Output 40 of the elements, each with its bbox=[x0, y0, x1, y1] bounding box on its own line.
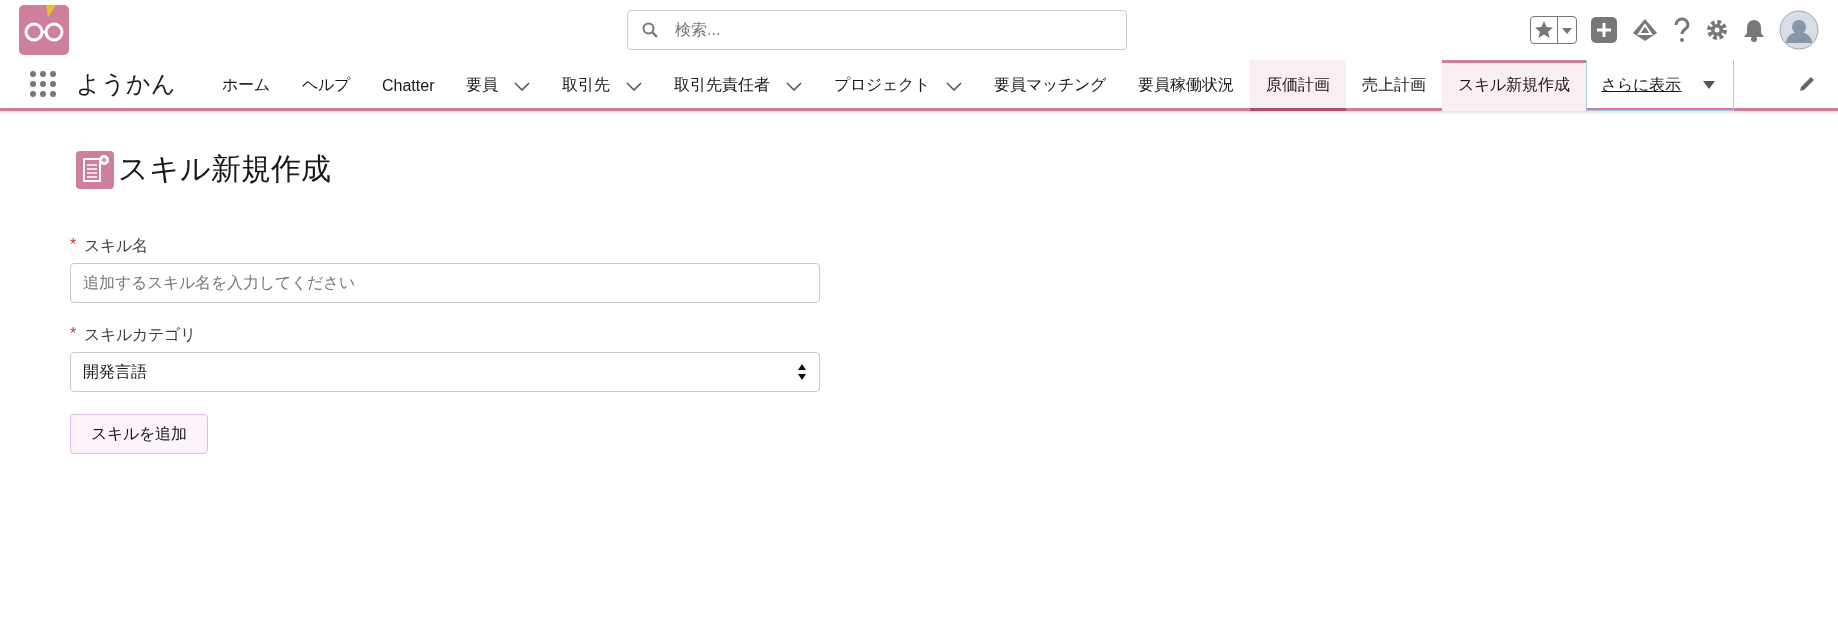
nav-tab[interactable]: 要員稼働状況 bbox=[1122, 60, 1251, 111]
document-add-icon bbox=[76, 150, 114, 189]
page-title: スキル新規作成 bbox=[118, 151, 331, 187]
help-icon[interactable] bbox=[1673, 17, 1691, 43]
search-field[interactable]: 検索... bbox=[627, 10, 1127, 50]
add-icon[interactable] bbox=[1591, 17, 1617, 43]
pencil-icon[interactable] bbox=[1798, 75, 1816, 93]
chevron-down-icon[interactable] bbox=[786, 80, 803, 91]
sort-arrows-icon bbox=[797, 363, 807, 381]
settings-icon[interactable] bbox=[1705, 18, 1729, 42]
search-icon bbox=[642, 22, 658, 38]
required-marker: * bbox=[70, 236, 77, 255]
nav-tab[interactable]: Chatter bbox=[366, 60, 451, 111]
nav-tab[interactable]: プロジェクト bbox=[818, 60, 979, 111]
trail-icon[interactable] bbox=[1631, 17, 1659, 43]
field-label: スキルカテゴリ bbox=[84, 325, 197, 345]
nav-tab[interactable]: 要員 bbox=[450, 60, 547, 111]
skill-name-input[interactable]: 追加するスキル名を入力してください bbox=[70, 263, 820, 303]
caret-icon bbox=[1703, 81, 1716, 89]
avatar-icon[interactable] bbox=[1779, 10, 1819, 50]
add-skill-button[interactable]: スキルを追加 bbox=[70, 414, 208, 454]
field-label: スキル名 bbox=[84, 236, 149, 256]
category-select[interactable]: 開発言語 bbox=[70, 352, 820, 392]
nav-tab[interactable]: 原価計画 bbox=[1250, 60, 1347, 111]
nav-tab[interactable]: 取引先 bbox=[546, 60, 659, 111]
notification-bell-icon[interactable] bbox=[1743, 18, 1765, 42]
chevron-down-icon[interactable] bbox=[514, 80, 531, 91]
app-launcher-icon[interactable] bbox=[30, 71, 56, 97]
more-tab[interactable]: さらに表示 bbox=[1586, 60, 1735, 111]
required-marker: * bbox=[70, 325, 77, 344]
nav-tab[interactable]: 売上計画 bbox=[1346, 60, 1443, 111]
nav-tab[interactable]: スキル新規作成 bbox=[1442, 60, 1587, 111]
nav-tab[interactable]: 要員マッチング bbox=[978, 60, 1123, 111]
chevron-down-icon[interactable] bbox=[626, 80, 643, 91]
app-name: ようかん bbox=[76, 69, 176, 99]
nav-tab[interactable]: ヘルプ bbox=[286, 60, 366, 111]
nav-tab[interactable]: ホーム bbox=[206, 60, 286, 111]
app-logo bbox=[19, 5, 69, 55]
chevron-down-icon[interactable] bbox=[946, 80, 963, 91]
nav-tab[interactable]: 取引先責任者 bbox=[658, 60, 819, 111]
